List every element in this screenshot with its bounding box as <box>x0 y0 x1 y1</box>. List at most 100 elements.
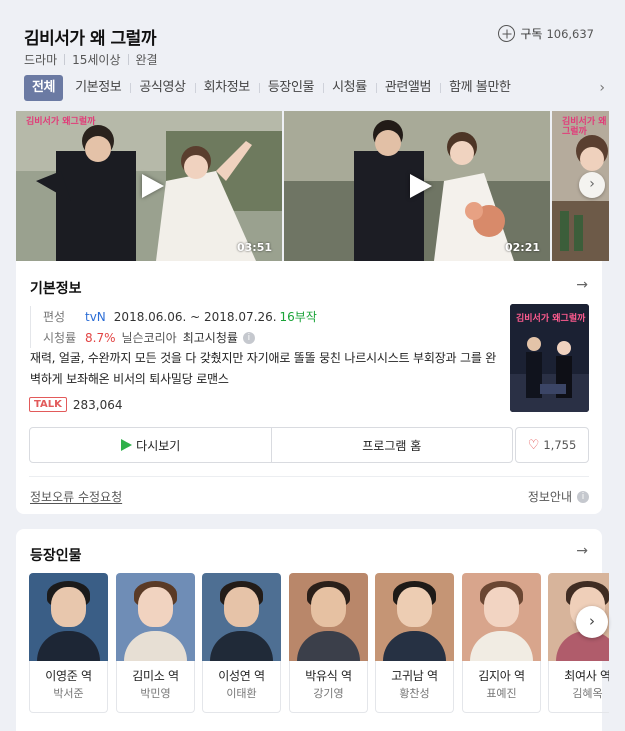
tab-cast[interactable]: 등장인물 <box>258 75 323 101</box>
cast-actor: 황찬성 <box>399 687 430 700</box>
info-guide-label: 정보안내 <box>527 490 572 504</box>
play-icon[interactable] <box>402 171 432 201</box>
subscriber-count: 106,637 <box>546 26 594 41</box>
cast-info: 김지아 역표예진 <box>462 661 541 713</box>
plus-icon <box>498 25 516 42</box>
arrow-right-icon[interactable]: → <box>576 277 588 293</box>
tab-albums[interactable]: 관련앨범 <box>375 75 440 101</box>
cast-info: 이영준 역박서준 <box>29 661 108 713</box>
divider <box>29 476 589 477</box>
rewatch-button[interactable]: 다시보기 <box>30 428 271 462</box>
subscribe-label: 구독 <box>520 27 543 41</box>
play-icon[interactable] <box>134 171 164 201</box>
cast-actor: 표예진 <box>486 687 517 700</box>
video-logo: 김비서가 왜그럴까 <box>26 117 96 127</box>
broadcast-dates: 2018.06.06. ~ 2018.07.26. <box>113 309 277 324</box>
video-duration: 02:21 <box>504 241 540 254</box>
poster-title: 김비서가 왜그럴까 <box>516 312 586 324</box>
episode-count[interactable]: 16부작 <box>280 308 317 325</box>
action-bar: 다시보기 프로그램 홈 ♡ 1,755 <box>29 427 589 463</box>
meta-divider <box>127 54 129 65</box>
tab-episodes[interactable]: 회차정보 <box>194 75 259 101</box>
cast-member[interactable]: 김미소 역박민영 <box>116 573 195 713</box>
video-logo: 김비서가 왜그럴까 <box>562 117 607 137</box>
like-count: 1,755 <box>543 438 577 452</box>
video-thumbnail[interactable]: 김비서가 왜그럴까 03:51 <box>16 111 282 261</box>
synopsis: 재력, 얼굴, 수완까지 모든 것을 다 갖췄지만 자기애로 똘똘 뭉친 나르시… <box>30 351 497 386</box>
rating-value: 8.7% <box>85 330 116 345</box>
cast-next-arrow-icon[interactable]: › <box>576 606 608 638</box>
talk-badge: TALK <box>29 397 67 412</box>
action-group: 다시보기 프로그램 홈 <box>29 427 513 463</box>
channel-link[interactable]: tvN <box>85 310 106 324</box>
header: 김비서가 왜 그럴까 드라마 15세이상 완결 구독 106,637 전체 기본… <box>0 0 625 110</box>
tab-ratings[interactable]: 시청률 <box>323 75 376 101</box>
tab-next-arrow-icon[interactable]: › <box>585 80 605 96</box>
arrow-right-icon[interactable]: → <box>576 543 588 559</box>
page-title: 김비서가 왜 그럴까 <box>24 29 156 49</box>
subscribe-button[interactable]: 구독 106,637 <box>498 25 594 42</box>
talk-link[interactable]: TALK 283,064 <box>29 397 123 412</box>
program-home-button[interactable]: 프로그램 홈 <box>270 428 513 462</box>
like-button[interactable]: ♡ 1,755 <box>515 427 589 463</box>
video-thumbnail[interactable]: 02:21 <box>284 111 550 261</box>
cast-info: 박유식 역강기영 <box>289 661 368 713</box>
basic-info-card: 기본정보 → 편성 tvN 2018.06.06. ~ 2018.07.26. … <box>16 261 602 514</box>
info-icon[interactable]: i <box>242 331 255 344</box>
cast-member[interactable]: 이성연 역 이태환 <box>202 573 281 713</box>
cast-photo <box>29 573 108 661</box>
cast-role: 이성연 역 <box>218 669 265 683</box>
cast-info: 고귀남 역황찬성 <box>375 661 454 713</box>
cast-card: 등장인물 → 이영준 역 박서준 김미소 역 박민영 이성연 역 이태환 박유식 역 강기영 고… <box>16 529 609 731</box>
poster-image[interactable]: 김비서가 왜그럴까 <box>510 304 589 412</box>
cast-member[interactable]: 고귀남 역황찬성 <box>375 573 454 713</box>
cast-member[interactable]: 이영준 역박서준 <box>29 573 108 713</box>
cast-photo <box>116 573 195 661</box>
cast-member[interactable]: 박유식 역강기영 <box>289 573 368 713</box>
cast-actor: 박서준 <box>53 687 84 700</box>
info-guide-link[interactable]: 정보안내 i <box>528 488 589 505</box>
cast-role: 고귀남 역 <box>391 669 438 683</box>
tab-all[interactable]: 전체 <box>24 75 64 101</box>
cast-role: 박유식 역 <box>305 669 352 683</box>
cast-role: 최여사 역 <box>564 669 609 683</box>
cast-info: 김미소 역박민영 <box>116 661 195 713</box>
cast-role: 이영준 역 <box>45 669 92 683</box>
cast-member[interactable]: 최여사 역김혜옥 <box>548 573 609 713</box>
rating-source: 닐슨코리아 <box>121 331 177 345</box>
video-duration: 03:51 <box>236 241 272 254</box>
section-title-cast: 등장인물 <box>30 548 82 564</box>
cast-photo <box>375 573 454 661</box>
heart-icon: ♡ <box>527 437 540 453</box>
section-title-basic-info: 기본정보 <box>30 281 82 297</box>
tab-recommended[interactable]: 함께 볼만한 <box>440 75 520 101</box>
cast-info: 최여사 역김혜옥 <box>548 661 609 713</box>
meta-divider <box>64 54 66 65</box>
play-icon <box>120 439 133 451</box>
meta-age-rating: 15세이상 <box>72 53 121 67</box>
cast-role: 김지아 역 <box>478 669 525 683</box>
cast-photo <box>462 573 541 661</box>
cast-role: 김미소 역 <box>132 669 179 683</box>
broadcast-label: 편성 <box>43 310 66 324</box>
cast-actor: 강기영 <box>313 687 344 700</box>
report-error-link[interactable]: 정보오류 수정요청 <box>30 488 122 505</box>
tab-bar: 전체 기본정보 공식영상 회차정보 등장인물 시청률 관련앨범 함께 볼만한 <box>24 75 601 101</box>
meta-genre: 드라마 <box>24 53 58 67</box>
rewatch-label: 다시보기 <box>136 438 181 453</box>
cast-member[interactable]: 김지아 역표예진 <box>462 573 541 713</box>
tab-basic-info[interactable]: 기본정보 <box>66 75 130 101</box>
rating-note: 최고시청률 <box>182 331 238 345</box>
info-icon: i <box>577 490 589 503</box>
program-home-label: 프로그램 홈 <box>362 438 422 453</box>
talk-count: 283,064 <box>72 397 123 412</box>
video-next-arrow-icon[interactable]: › <box>579 172 605 198</box>
cast-actor: 김혜옥 <box>572 687 603 700</box>
tab-official-video[interactable]: 공식영상 <box>130 75 194 101</box>
cast-info: 이성연 역 이태환 <box>202 661 281 713</box>
cast-actor: 박민영 <box>140 687 171 700</box>
rating-label: 시청률 <box>43 331 77 345</box>
rating-row: 시청률 8.7% 닐슨코리아 최고시청률 i <box>43 327 500 348</box>
poster-art: 김비서가 왜그럴까 <box>510 304 589 412</box>
broadcast-row: 편성 tvN 2018.06.06. ~ 2018.07.26. 16부작 <box>43 306 500 327</box>
